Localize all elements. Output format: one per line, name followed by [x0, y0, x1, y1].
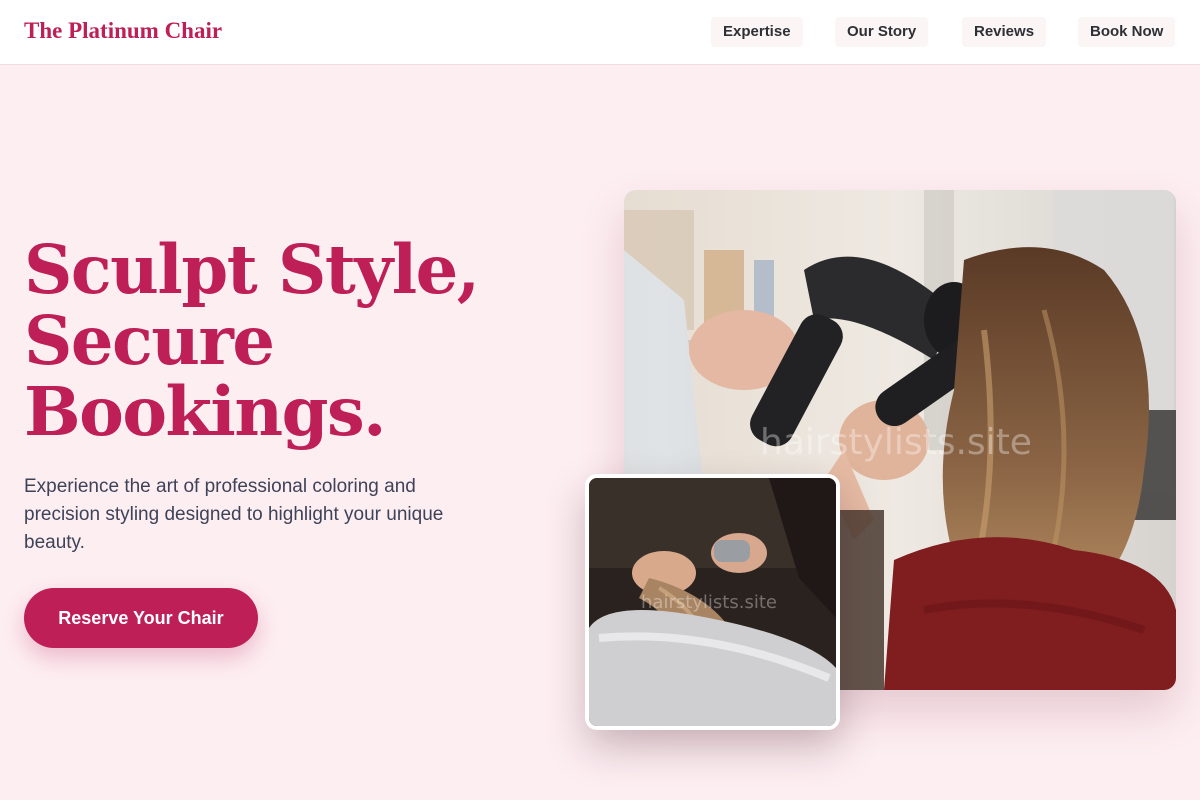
- headline-line-3: Bookings.: [24, 372, 387, 451]
- hero-subtitle: Experience the art of professional color…: [24, 476, 444, 553]
- hero-photo-hairwash: hairstylists.site: [585, 474, 840, 730]
- nav-link-our-story[interactable]: Our Story: [835, 17, 929, 47]
- top-navigation: The Platinum Chair Expertise Our Story R…: [0, 0, 1200, 65]
- photo-watermark-small: hairstylists.site: [641, 592, 777, 613]
- nav-link-book-now[interactable]: Book Now: [1078, 17, 1176, 47]
- nav-link-reviews[interactable]: Reviews: [962, 17, 1047, 47]
- brand-logo-text[interactable]: The Platinum Chair: [24, 18, 222, 44]
- headline-line-2: Secure: [24, 301, 275, 380]
- photo-watermark: hairstylists.site: [760, 422, 1032, 463]
- reserve-chair-button[interactable]: Reserve Your Chair: [24, 588, 258, 648]
- headline-line-1: Sculpt Style,: [24, 230, 480, 309]
- nav-link-expertise[interactable]: Expertise: [711, 17, 803, 47]
- hero-headline: Sculpt Style, Secure Bookings.: [24, 234, 544, 447]
